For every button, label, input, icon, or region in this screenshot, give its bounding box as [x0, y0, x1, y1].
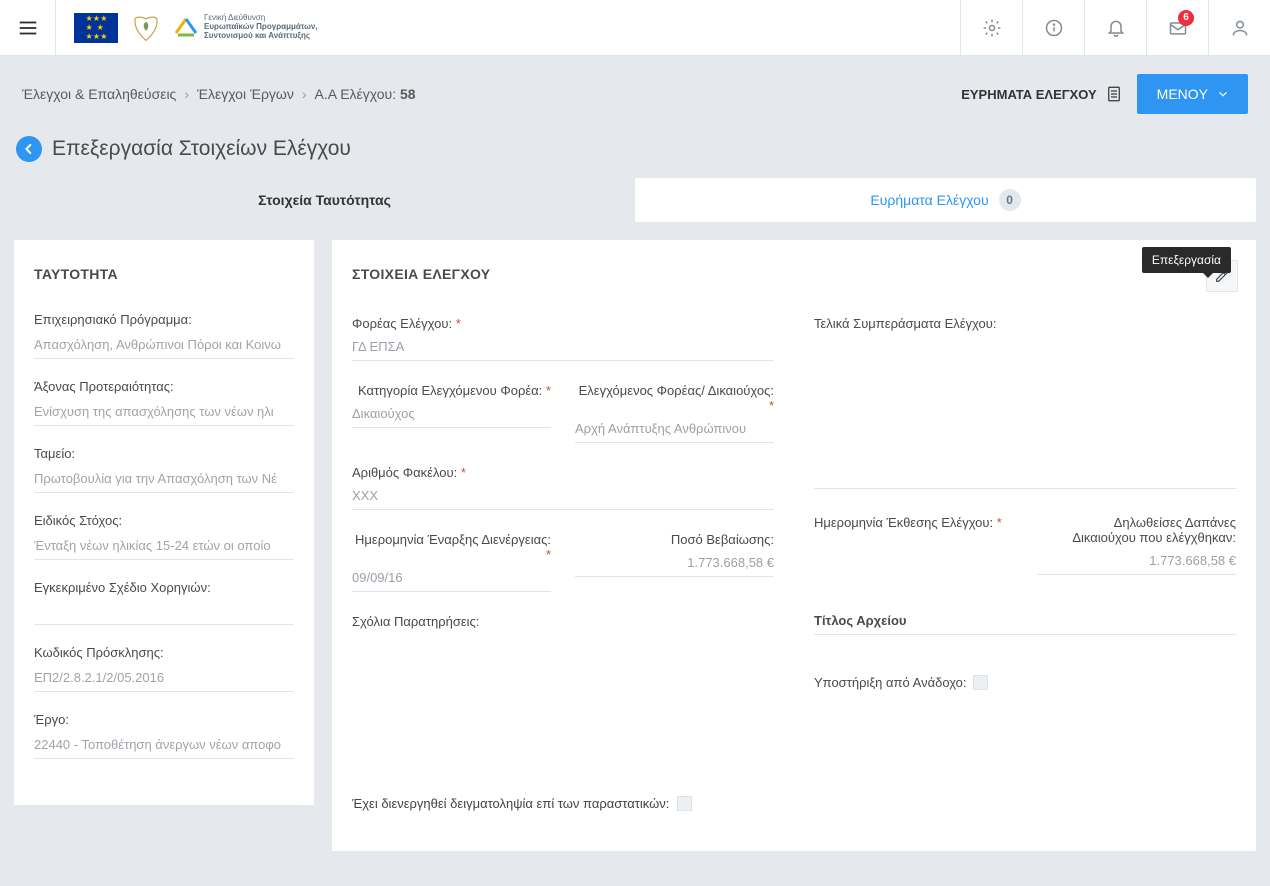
label-sampling: Έχει διενεργηθεί δειγματοληψία επί των π… [352, 796, 669, 811]
org-name: Γενική Διεύθυνση Ευρωπαϊκών Προγραμμάτων… [204, 14, 318, 40]
breadcrumb: Έλεγχοι & Επαληθεύσεις › Έλεγχοι Έργων ›… [22, 86, 416, 102]
label-body-category: Κατηγορία Ελεγχόμενου Φορέα: * [352, 383, 551, 398]
audit-details-panel: ΣΤΟΙΧΕΙΑ ΕΛΕΓΧΟΥ Επεξεργασία Φορέας Ελέγ… [332, 240, 1256, 851]
menu-toggle[interactable] [0, 0, 56, 56]
label-file-title: Τίτλος Αρχείου [814, 607, 1236, 635]
value-cert-amount: 1.773.668,58 € [575, 555, 774, 577]
label-op-programme: Επιχειρησιακό Πρόγραμμα: [34, 312, 294, 327]
label-priority-axis: Άξονας Προτεραιότητας: [34, 379, 294, 394]
messages-badge: 6 [1178, 10, 1194, 26]
hamburger-icon [17, 17, 39, 39]
label-start-date: Ημερομηνία Έναρξης Διενέργειας: * [352, 532, 551, 562]
messages-button[interactable]: 6 [1146, 0, 1208, 56]
audit-findings-link[interactable]: ΕΥΡΗΜΑΤΑ ΕΛΕΓΧΟΥ [961, 85, 1122, 103]
value-start-date: 09/09/16 [352, 570, 551, 592]
info-button[interactable] [1022, 0, 1084, 56]
label-fund: Ταμείο: [34, 446, 294, 461]
back-button[interactable] [16, 136, 42, 162]
arrow-left-icon [21, 141, 37, 157]
page-title: Επεξεργασία Στοιχείων Ελέγχου [52, 137, 351, 161]
tab-findings[interactable]: Ευρήματα Ελέγχου 0 [635, 178, 1256, 222]
gear-icon [982, 18, 1002, 38]
profile-button[interactable] [1208, 0, 1270, 56]
label-call-code: Κωδικός Πρόσκλησης: [34, 645, 294, 660]
label-project: Έργο: [34, 712, 294, 727]
contractor-support-checkbox[interactable] [973, 675, 988, 690]
breadcrumb-l1[interactable]: Έλεγχοι & Επαληθεύσεις [22, 86, 176, 102]
menu-button[interactable]: MENOY [1137, 74, 1248, 114]
label-contractor-support: Υποστήριξη από Ανάδοχο: [814, 675, 967, 690]
info-icon [1044, 18, 1064, 38]
value-file-number: ΧΧΧ [352, 488, 774, 510]
value-project: 22440 - Τοποθέτηση άνεργων νέων αποφο [34, 737, 294, 759]
value-controlled-body: Αρχή Ανάπτυξης Ανθρώπινου [575, 421, 774, 443]
logo-area: ★ ★ ★★ ★★ ★ ★ Γενική Διεύθυνση Ευρωπαϊκώ… [56, 13, 318, 43]
value-declared-expenses: 1.773.668,58 € [1037, 553, 1236, 575]
org-arrows-icon [174, 15, 198, 39]
identity-heading: ΤΑΥΤΟΤΗΤΑ [34, 266, 294, 282]
tab-identity[interactable]: Στοιχεία Ταυτότητας [14, 178, 635, 222]
label-comments: Σχόλια Παρατηρήσεις: [352, 614, 774, 629]
settings-button[interactable] [960, 0, 1022, 56]
value-grant-scheme [34, 605, 294, 625]
value-op-programme: Απασχόληση, Ανθρώπινοι Πόροι και Κοινω [34, 337, 294, 359]
eu-flag-icon: ★ ★ ★★ ★★ ★ ★ [74, 13, 118, 43]
label-declared-expenses: Δηλωθείσες ΔαπάνεςΔικαιούχου που ελέγχθη… [1037, 515, 1236, 545]
label-audit-body: Φορέας Ελέγχου: * [352, 316, 774, 331]
value-fund: Πρωτοβουλία για την Απασχόληση των Νέ [34, 471, 294, 493]
cyprus-crest-icon [126, 13, 166, 43]
value-body-category: Δικαιούχος [352, 406, 551, 428]
label-file-number: Αριθμός Φακέλου: * [352, 465, 774, 480]
label-specific-objective: Ειδικός Στόχος: [34, 513, 294, 528]
label-cert-amount: Ποσό Βεβαίωσης: [575, 532, 774, 547]
value-call-code: ΕΠ2/2.8.2.1/2/05.2016 [34, 670, 294, 692]
bell-icon [1106, 18, 1126, 38]
edit-tooltip: Επεξεργασία [1142, 247, 1231, 273]
user-icon [1230, 18, 1250, 38]
sampling-checkbox[interactable] [677, 796, 692, 811]
edit-button[interactable]: Επεξεργασία [1206, 260, 1238, 292]
label-final-conclusions: Τελικά Συμπεράσματα Ελέγχου: [814, 316, 1236, 331]
label-controlled-body: Ελεγχόμενος Φορέας/ Δικαιούχος: * [575, 383, 774, 413]
chevron-down-icon [1216, 87, 1230, 101]
identity-panel: ΤΑΥΤΟΤΗΤΑ Επιχειρησιακό Πρόγραμμα: Απασχό… [14, 240, 314, 805]
breadcrumb-l2[interactable]: Έλεγχοι Έργων [197, 86, 294, 102]
value-audit-body: ΓΔ ΕΠΣΑ [352, 339, 774, 361]
value-priority-axis: Ενίσχυση της απασχόλησης των νέων ηλι [34, 404, 294, 426]
document-list-icon [1105, 85, 1123, 103]
value-specific-objective: Ένταξη νέων ηλικίας 15-24 ετών οι οποίο [34, 538, 294, 560]
label-grant-scheme: Εγκεκριμένο Σχέδιο Χορηγιών: [34, 580, 294, 595]
notifications-button[interactable] [1084, 0, 1146, 56]
findings-count-badge: 0 [999, 189, 1021, 211]
label-report-date: Ημερομηνία Έκθεσης Ελέγχου: * [814, 515, 1013, 530]
details-heading: ΣΤΟΙΧΕΙΑ ΕΛΕΓΧΟΥ [352, 266, 1236, 282]
